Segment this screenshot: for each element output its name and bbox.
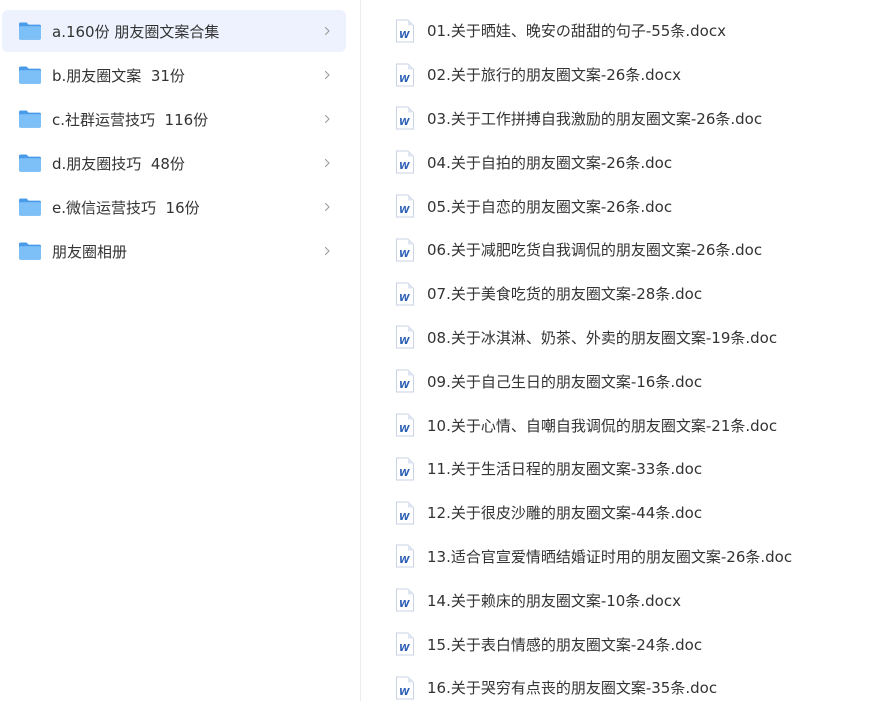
file-item-16[interactable]: W 16.关于哭穷有点丧的朋友圈文案-35条.doc	[395, 666, 875, 701]
file-name: 07.关于美食吃货的朋友圈文案-28条.doc	[427, 285, 703, 304]
folder-label: a.160份 朋友圈文案合集	[52, 22, 220, 41]
file-pane: W 01.关于晒娃、晚安の甜甜的句子-55条.docx W 02.关于旅行的朋友…	[361, 0, 875, 701]
svg-text:W: W	[399, 599, 410, 610]
file-item-4[interactable]: W 04.关于自拍的朋友圈文案-26条.doc	[395, 140, 875, 184]
folder-label: c.社群运营技巧 116份	[52, 110, 209, 129]
file-name: 16.关于哭穷有点丧的朋友圈文案-35条.doc	[427, 679, 718, 698]
folder-label: d.朋友圈技巧 48份	[52, 154, 185, 173]
file-name: 14.关于赖床的朋友圈文案-10条.docx	[427, 591, 681, 610]
word-doc-icon: W	[396, 106, 414, 130]
file-item-11[interactable]: W 11.关于生活日程的朋友圈文案-33条.doc	[395, 447, 875, 491]
chevron-right-icon[interactable]	[322, 202, 332, 212]
file-name: 12.关于很皮沙雕的朋友圈文案-44条.doc	[427, 504, 703, 523]
word-doc-icon: W	[396, 544, 414, 568]
svg-text:W: W	[399, 380, 410, 391]
folder-item-1[interactable]: a.160份 朋友圈文案合集	[2, 10, 346, 52]
file-item-13[interactable]: W 13.适合官宣爱情晒结婚证时用的朋友圈文案-26条.doc	[395, 535, 875, 579]
chevron-right-icon[interactable]	[322, 158, 332, 168]
folder-label: 朋友圈相册	[52, 242, 128, 261]
file-name: 04.关于自拍的朋友圈文案-26条.doc	[427, 153, 673, 172]
file-item-12[interactable]: W 12.关于很皮沙雕的朋友圈文案-44条.doc	[395, 491, 875, 535]
svg-text:W: W	[399, 643, 410, 654]
folder-icon	[19, 66, 41, 84]
file-name: 10.关于心情、自嘲自我调侃的朋友圈文案-21条.doc	[427, 416, 778, 435]
folder-icon	[19, 22, 41, 40]
file-name: 09.关于自己生日的朋友圈文案-16条.doc	[427, 372, 703, 391]
folder-item-6[interactable]: 朋友圈相册	[2, 230, 346, 272]
chevron-right-icon[interactable]	[322, 114, 332, 124]
word-doc-icon: W	[396, 676, 414, 700]
file-item-5[interactable]: W 05.关于自恋的朋友圈文案-26条.doc	[395, 184, 875, 228]
folder-icon	[19, 110, 41, 128]
folder-item-2[interactable]: b.朋友圈文案 31份	[2, 54, 346, 96]
folder-list: a.160份 朋友圈文案合集 b.朋友圈文案 31份 c.社群运营技巧 116份…	[0, 10, 360, 272]
file-item-3[interactable]: W 03.关于工作拼搏自我激励的朋友圈文案-26条.doc	[395, 97, 875, 141]
svg-text:W: W	[399, 74, 410, 85]
word-doc-icon: W	[396, 369, 414, 393]
svg-text:W: W	[399, 161, 410, 172]
chevron-right-icon[interactable]	[322, 246, 332, 256]
file-name: 06.关于减肥吃货自我调侃的朋友圈文案-26条.doc	[427, 241, 763, 260]
folder-label: b.朋友圈文案 31份	[52, 66, 185, 85]
file-name: 02.关于旅行的朋友圈文案-26条.docx	[427, 66, 681, 85]
word-doc-icon: W	[396, 501, 414, 525]
svg-text:W: W	[399, 117, 410, 128]
folder-pane: a.160份 朋友圈文案合集 b.朋友圈文案 31份 c.社群运营技巧 116份…	[0, 0, 361, 701]
file-name: 01.关于晒娃、晚安の甜甜的句子-55条.docx	[427, 22, 726, 41]
word-doc-icon: W	[396, 413, 414, 437]
word-doc-icon: W	[396, 457, 414, 481]
folder-label: e.微信运营技巧 16份	[52, 198, 200, 217]
file-item-9[interactable]: W 09.关于自己生日的朋友圈文案-16条.doc	[395, 359, 875, 403]
word-doc-icon: W	[396, 282, 414, 306]
svg-text:W: W	[399, 336, 410, 347]
file-name: 11.关于生活日程的朋友圈文案-33条.doc	[427, 460, 703, 479]
svg-text:W: W	[399, 249, 410, 260]
folder-icon	[19, 198, 41, 216]
file-browser: a.160份 朋友圈文案合集 b.朋友圈文案 31份 c.社群运营技巧 116份…	[0, 0, 875, 701]
file-list: W 01.关于晒娃、晚安の甜甜的句子-55条.docx W 02.关于旅行的朋友…	[361, 9, 875, 701]
word-doc-icon: W	[396, 194, 414, 218]
svg-text:W: W	[399, 555, 410, 566]
word-doc-icon: W	[396, 19, 414, 43]
chevron-right-icon[interactable]	[322, 70, 332, 80]
folder-item-4[interactable]: d.朋友圈技巧 48份	[2, 142, 346, 184]
file-name: 05.关于自恋的朋友圈文案-26条.doc	[427, 197, 673, 216]
file-item-15[interactable]: W 15.关于表白情感的朋友圈文案-24条.doc	[395, 622, 875, 666]
file-item-2[interactable]: W 02.关于旅行的朋友圈文案-26条.docx	[395, 53, 875, 97]
word-doc-icon: W	[396, 325, 414, 349]
word-doc-icon: W	[396, 150, 414, 174]
file-name: 15.关于表白情感的朋友圈文案-24条.doc	[427, 635, 703, 654]
file-name: 13.适合官宣爱情晒结婚证时用的朋友圈文案-26条.doc	[427, 547, 793, 566]
folder-item-5[interactable]: e.微信运营技巧 16份	[2, 186, 346, 228]
file-item-8[interactable]: W 08.关于冰淇淋、奶茶、外卖的朋友圈文案-19条.doc	[395, 316, 875, 360]
file-item-10[interactable]: W 10.关于心情、自嘲自我调侃的朋友圈文案-21条.doc	[395, 403, 875, 447]
word-doc-icon: W	[396, 588, 414, 612]
word-doc-icon: W	[396, 63, 414, 87]
file-item-1[interactable]: W 01.关于晒娃、晚安の甜甜的句子-55条.docx	[395, 9, 875, 53]
svg-text:W: W	[399, 293, 410, 304]
folder-icon	[19, 154, 41, 172]
file-name: 08.关于冰淇淋、奶茶、外卖的朋友圈文案-19条.doc	[427, 328, 778, 347]
word-doc-icon: W	[396, 632, 414, 656]
file-item-6[interactable]: W 06.关于减肥吃货自我调侃的朋友圈文案-26条.doc	[395, 228, 875, 272]
svg-text:W: W	[399, 687, 410, 698]
folder-item-3[interactable]: c.社群运营技巧 116份	[2, 98, 346, 140]
svg-text:W: W	[399, 424, 410, 435]
svg-text:W: W	[399, 512, 410, 523]
chevron-right-icon[interactable]	[322, 26, 332, 36]
file-item-7[interactable]: W 07.关于美食吃货的朋友圈文案-28条.doc	[395, 272, 875, 316]
svg-text:W: W	[399, 468, 410, 479]
word-doc-icon: W	[396, 238, 414, 262]
folder-icon	[19, 242, 41, 260]
svg-text:W: W	[399, 205, 410, 216]
file-item-14[interactable]: W 14.关于赖床的朋友圈文案-10条.docx	[395, 578, 875, 622]
file-name: 03.关于工作拼搏自我激励的朋友圈文案-26条.doc	[427, 109, 763, 128]
svg-text:W: W	[399, 30, 410, 41]
